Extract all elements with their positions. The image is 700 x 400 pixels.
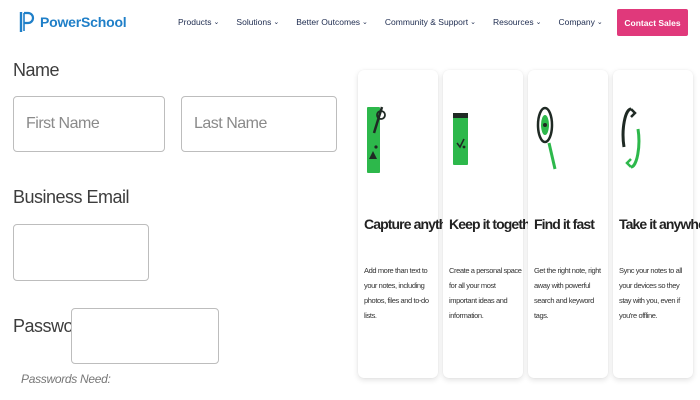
- nav-products[interactable]: Products ⌄: [178, 17, 219, 27]
- nav-label: Community & Support: [384, 17, 469, 27]
- last-name-field[interactable]: [181, 96, 337, 152]
- card-description: Create a personal space for all your mos…: [449, 266, 522, 320]
- nav-better-outcomes[interactable]: Better Outcomes ⌄: [296, 17, 368, 27]
- card-title: Take it anywhere: [619, 216, 700, 232]
- chevron-down-icon: ⌄: [596, 19, 603, 26]
- sync-icon: [621, 107, 641, 169]
- feature-card-find: Find it fast Get the right note, right a…: [528, 70, 608, 378]
- chevron-down-icon: ⌄: [470, 19, 476, 26]
- nav-label: Better Outcomes: [296, 17, 361, 27]
- notebook-icon: [453, 113, 468, 165]
- card-description: Get the right note, right away with powe…: [534, 266, 601, 320]
- nav-solutions[interactable]: Solutions ⌄: [236, 17, 279, 27]
- nav-label: Solutions: [236, 17, 272, 27]
- powerschool-logo-icon: [19, 11, 35, 32]
- card-title: Find it fast: [534, 216, 595, 232]
- chevron-down-icon: ⌄: [273, 19, 280, 26]
- business-email-field[interactable]: [13, 224, 149, 281]
- brand-logo[interactable]: PowerSchool: [19, 10, 127, 34]
- chevron-down-icon: ⌄: [213, 19, 220, 26]
- nav-community-support[interactable]: Community & Support ⌄: [385, 17, 476, 27]
- nav-label: Company: [558, 17, 595, 27]
- business-email-label: Business Email: [13, 187, 130, 207]
- chevron-down-icon: ⌄: [535, 19, 542, 26]
- nav-company[interactable]: Company ⌄: [558, 17, 602, 27]
- search-icon: [536, 106, 557, 170]
- first-name-field[interactable]: [13, 96, 165, 152]
- image-note-icon: [367, 106, 386, 173]
- contact-sales-button[interactable]: Contact Sales: [617, 9, 688, 36]
- password-field[interactable]: [71, 308, 219, 364]
- password-requirements-label: Passwords Need:: [21, 372, 111, 386]
- feature-card-capture: Capture anything Add more than text to y…: [358, 70, 466, 378]
- nav-label: Products: [178, 17, 212, 27]
- feature-card-take: Take it anywhere Sync your notes to all …: [613, 70, 700, 378]
- name-label: Name: [13, 60, 60, 80]
- nav-resources[interactable]: Resources ⌄: [493, 17, 542, 27]
- main-nav: Products ⌄ Solutions ⌄ Better Outcomes ⌄ Co…: [178, 17, 620, 27]
- nav-label: Resources: [492, 17, 534, 27]
- feature-card-keep: Keep it together Create a personal space…: [443, 70, 542, 378]
- site-header: PowerSchool Products ⌄ Solutions ⌄ Better …: [0, 0, 700, 46]
- card-description: Add more than text to your notes, includ…: [364, 266, 429, 320]
- card-description: Sync your notes to all your devices so t…: [619, 266, 682, 320]
- brand-name: PowerSchool: [40, 14, 127, 30]
- chevron-down-icon: ⌄: [362, 19, 368, 26]
